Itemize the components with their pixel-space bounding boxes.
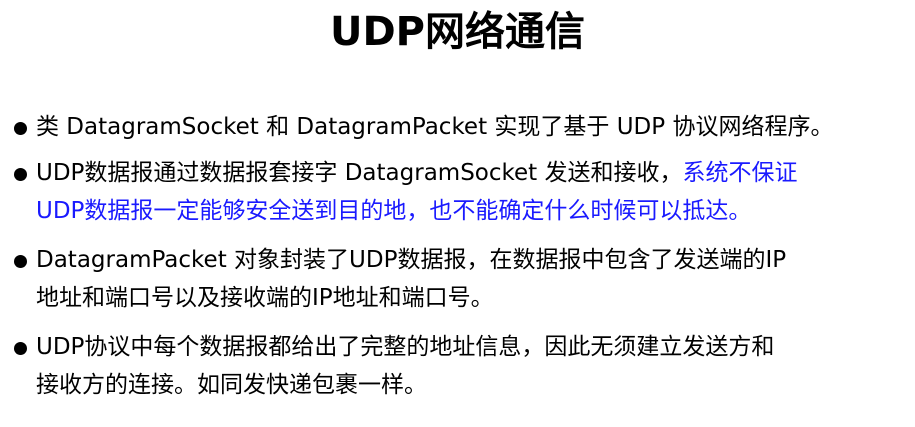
bullet-dot-icon [14, 255, 27, 268]
bullet-text-line: UDP协议中每个数据报都给出了完整的地址信息，因此无须建立发送方和 [36, 334, 775, 360]
bullet-item-1: 类 DatagramSocket 和 DatagramPacket 实现了基于 … [14, 108, 894, 146]
bullet-item-4: UDP协议中每个数据报都给出了完整的地址信息，因此无须建立发送方和 接收方的连接… [14, 328, 894, 404]
bullet-dot-icon [14, 342, 27, 355]
bullet-text-line: 地址和端口号以及接收端的IP地址和端口号。 [36, 285, 494, 311]
bullet-text-highlight: 系统不保证 [682, 160, 798, 186]
bullet-list: 类 DatagramSocket 和 DatagramPacket 实现了基于 … [14, 108, 894, 415]
bullet-text-line: 接收方的连接。如同发快递包裹一样。 [36, 372, 427, 398]
slide-title: UDP网络通信 [330, 9, 585, 55]
bullet-item-3: DatagramPacket 对象封装了UDP数据报，在数据报中包含了发送端的I… [14, 241, 894, 317]
bullet-text: 类 DatagramSocket 和 DatagramPacket 实现了基于 … [36, 114, 834, 140]
bullet-dot-icon [14, 168, 27, 181]
bullet-item-2: UDP数据报通过数据报套接字 DatagramSocket 发送和接收，系统不保… [14, 154, 894, 230]
bullet-dot-icon [14, 122, 27, 135]
bullet-text-line: DatagramPacket 对象封装了UDP数据报，在数据报中包含了发送端的I… [36, 247, 787, 273]
bullet-text-highlight-line: UDP数据报一定能够安全送到目的地，也不能确定什么时候可以抵达。 [36, 198, 752, 224]
bullet-text-plain: UDP数据报通过数据报套接字 DatagramSocket 发送和接收， [36, 160, 683, 186]
bullet-text-line: UDP数据报通过数据报套接字 DatagramSocket 发送和接收，系统不保… [36, 154, 894, 192]
slide: UDP网络通信 类 DatagramSocket 和 DatagramPacke… [0, 0, 915, 427]
